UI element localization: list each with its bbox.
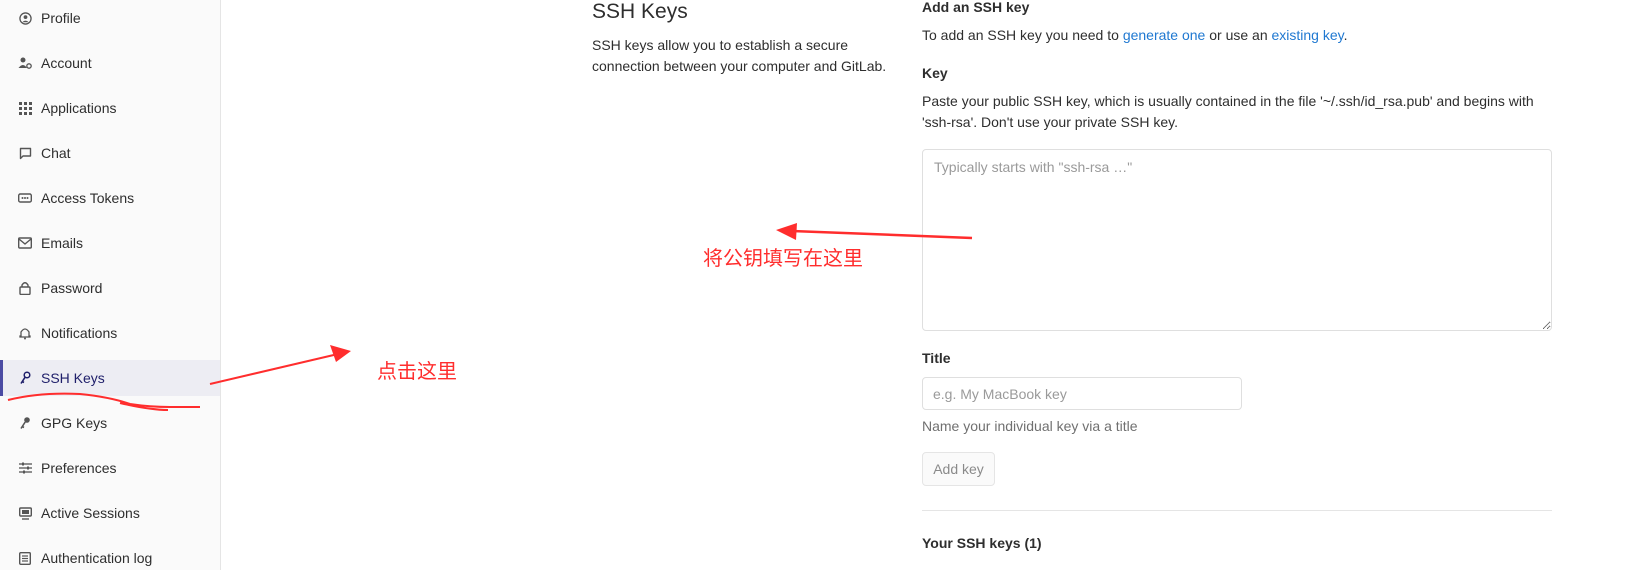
sidebar-item-label: Password <box>41 280 103 296</box>
account-icon <box>18 56 32 70</box>
sidebar-item-label: Access Tokens <box>41 190 135 206</box>
settings-sidebar: Profile Account Applications Chat Access… <box>0 0 221 570</box>
sidebar-item-label: SSH Keys <box>41 370 105 386</box>
divider <box>922 510 1552 511</box>
sidebar-item-label: Authentication log <box>41 550 153 566</box>
sidebar-item-label: Notifications <box>41 325 118 341</box>
key-title-input[interactable] <box>922 377 1242 410</box>
title-label: Title <box>922 350 951 366</box>
log-icon <box>18 551 32 565</box>
sidebar-item-ssh-keys[interactable]: SSH Keys <box>0 360 220 396</box>
key-help-text: Paste your public SSH key, which is usua… <box>922 93 1534 130</box>
sidebar-item-applications[interactable]: Applications <box>0 90 220 126</box>
sidebar-item-label: Preferences <box>41 460 117 476</box>
section-description: SSH keys allow you to establish a secure… <box>592 37 887 74</box>
sidebar-item-label: GPG Keys <box>41 415 108 431</box>
existing-key-link[interactable]: existing key <box>1272 27 1344 43</box>
sidebar-item-preferences[interactable]: Preferences <box>0 450 220 486</box>
add-key-button[interactable]: Add key <box>922 452 995 486</box>
title-help-text: Name your individual key via a title <box>922 418 1138 434</box>
sidebar-item-emails[interactable]: Emails <box>0 225 220 261</box>
sidebar-item-label: Account <box>41 55 92 71</box>
add-ssh-key-intro: To add an SSH key you need to generate o… <box>922 27 1348 43</box>
sidebar-item-notifications[interactable]: Notifications <box>0 315 220 351</box>
key-icon <box>18 371 32 385</box>
add-ssh-key-heading: Add an SSH key <box>922 0 1030 15</box>
sidebar-item-active-sessions[interactable]: Active Sessions <box>0 495 220 531</box>
your-ssh-keys-heading: Your SSH keys (1) <box>922 535 1042 551</box>
intro-text: or use an <box>1205 27 1272 43</box>
sidebar-item-profile[interactable]: Profile <box>0 0 220 36</box>
arrow-to-ssh-keys <box>209 345 351 385</box>
sidebar-item-authentication-log[interactable]: Authentication log <box>0 540 220 570</box>
sidebar-item-label: Emails <box>41 235 84 251</box>
email-icon <box>18 236 32 250</box>
sidebar-item-label: Active Sessions <box>41 505 140 521</box>
sidebar-item-label: Applications <box>41 100 117 116</box>
key-label: Key <box>922 65 948 81</box>
annotation-click-here: 点击这里 <box>377 359 457 383</box>
sidebar-item-label: Profile <box>41 10 81 26</box>
page-title: SSH Keys <box>592 0 688 23</box>
sidebar-item-label: Chat <box>41 145 71 161</box>
bell-icon <box>18 326 32 340</box>
sidebar-item-password[interactable]: Password <box>0 270 220 306</box>
sidebar-item-account[interactable]: Account <box>0 45 220 81</box>
key-icon <box>18 416 32 430</box>
monitor-icon <box>18 506 32 520</box>
applications-icon <box>18 101 32 115</box>
generate-one-link[interactable]: generate one <box>1123 27 1206 43</box>
intro-text: . <box>1343 27 1348 43</box>
intro-text: To add an SSH key you need to <box>922 27 1123 43</box>
annotation-paste-here: 将公钥填写在这里 <box>703 246 863 270</box>
access-tokens-icon <box>18 191 32 205</box>
ssh-key-textarea[interactable] <box>922 149 1552 331</box>
preferences-icon <box>18 461 32 475</box>
lock-icon <box>18 281 32 295</box>
chat-icon <box>18 146 32 160</box>
sidebar-item-gpg-keys[interactable]: GPG Keys <box>0 405 220 441</box>
profile-icon <box>18 11 32 25</box>
sidebar-item-access-tokens[interactable]: Access Tokens <box>0 180 220 216</box>
sidebar-item-chat[interactable]: Chat <box>0 135 220 171</box>
ssh-keys-settings-page: Profile Account Applications Chat Access… <box>0 0 1631 570</box>
